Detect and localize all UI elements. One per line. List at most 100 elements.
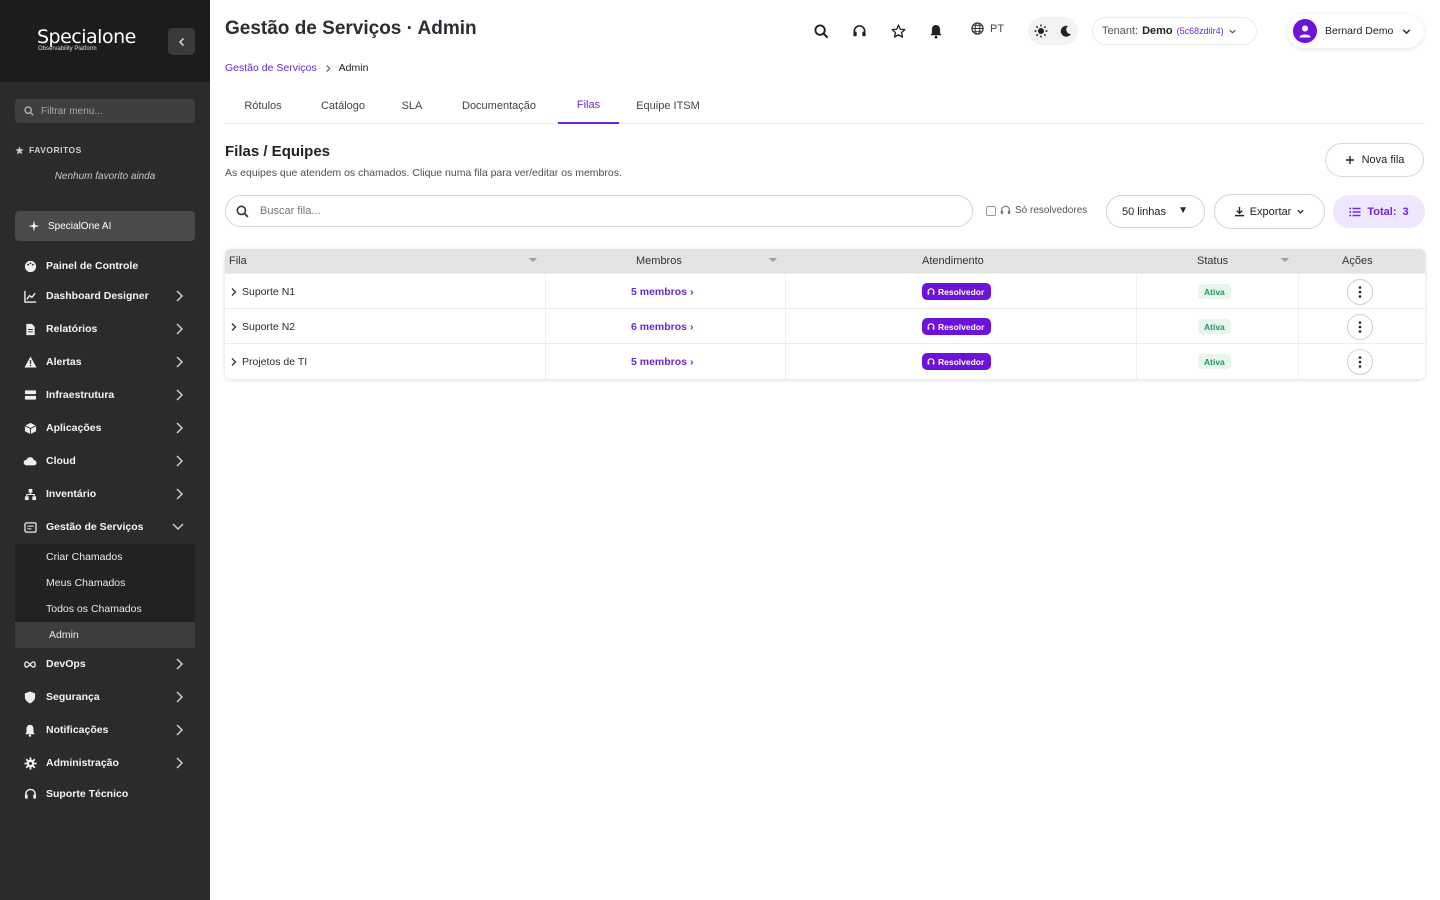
actions-cell xyxy=(1347,274,1373,309)
sort-icon[interactable] xyxy=(769,258,777,262)
expand-row-button[interactable] xyxy=(229,309,238,344)
column-divider xyxy=(785,309,786,344)
submenu-item-admin[interactable]: Admin xyxy=(15,622,195,648)
members-link[interactable]: 6 membros › xyxy=(631,309,693,344)
sidebar-item-relatorios[interactable]: Relatórios xyxy=(15,315,195,343)
expand-row-button[interactable] xyxy=(229,274,238,309)
total-badge: Total: 3 xyxy=(1333,195,1425,228)
column-header-atendimento[interactable]: Atendimento xyxy=(922,249,984,273)
cloud-icon xyxy=(23,454,37,468)
chevron-down-icon xyxy=(1229,29,1236,34)
language-selector[interactable]: PT xyxy=(971,22,1004,35)
theme-toggle[interactable] xyxy=(1028,17,1078,45)
expand-row-button[interactable] xyxy=(229,344,238,379)
tab-catalogo[interactable]: Catálogo xyxy=(308,88,378,124)
search-button[interactable] xyxy=(811,21,831,41)
tab-sla[interactable]: SLA xyxy=(391,88,433,124)
tenant-selector[interactable]: Tenant: Demo (5c68zdilr4) xyxy=(1092,17,1257,45)
table-header: Fila Membros Atendimento Status Ações xyxy=(225,249,1425,273)
queue-name[interactable]: Projetos de TI xyxy=(242,344,307,379)
sort-icon[interactable] xyxy=(1281,258,1289,262)
resolvers-checkbox[interactable] xyxy=(986,205,996,216)
row-actions-button[interactable] xyxy=(1347,278,1373,305)
collapse-sidebar-button[interactable] xyxy=(168,28,195,55)
submenu-item-todos-chamados[interactable]: Todos os Chamados xyxy=(15,596,195,622)
column-divider xyxy=(1136,344,1137,379)
column-header-membros[interactable]: Membros xyxy=(636,249,682,273)
tab-rotulos[interactable]: Rótulos xyxy=(225,88,301,124)
sidebar-item-painel[interactable]: Painel de Controle xyxy=(15,252,195,280)
chevron-right-icon xyxy=(231,357,237,366)
sidebar-item-alertas[interactable]: Alertas xyxy=(15,348,195,376)
sidebar-item-devops[interactable]: DevOps xyxy=(15,650,195,678)
headset-icon xyxy=(927,322,935,330)
table-row[interactable]: Suporte N2 6 membros › Resolvedor Ativa xyxy=(225,308,1425,344)
rows-per-page-select[interactable]: 50 linhas ▼ xyxy=(1106,195,1205,228)
tenant-label: Tenant: xyxy=(1102,25,1139,37)
row-actions-button[interactable] xyxy=(1347,313,1373,340)
caret-down-icon: ▼ xyxy=(1178,205,1188,216)
sidebar-item-aplicacoes[interactable]: Aplicações xyxy=(15,414,195,442)
resolver-badge: Resolvedor xyxy=(922,353,992,370)
filter-menu-input[interactable]: Filtrar menu... xyxy=(15,99,195,123)
queues-table: Fila Membros Atendimento Status Ações Su… xyxy=(225,249,1425,379)
row-actions-button[interactable] xyxy=(1347,348,1373,375)
sidebar-item-suporte-tecnico[interactable]: Suporte Técnico xyxy=(15,780,195,808)
breadcrumb-parent[interactable]: Gestão de Serviços xyxy=(225,62,317,74)
queue-name[interactable]: Suporte N1 xyxy=(242,274,295,309)
tab-equipe-itsm[interactable]: Equipe ITSM xyxy=(627,88,709,124)
sidebar-item-administracao[interactable]: Administração xyxy=(15,749,195,777)
sidebar-item-label: Relatórios xyxy=(46,323,98,335)
table-row[interactable]: Projetos de TI 5 membros › Resolvedor At… xyxy=(225,343,1425,379)
specialone-ai-button[interactable]: SpecialOne AI xyxy=(15,211,195,241)
queue-search[interactable] xyxy=(225,195,973,227)
sidebar-item-inventario[interactable]: Inventário xyxy=(15,480,195,508)
tab-filas[interactable]: Filas xyxy=(558,88,619,124)
file-icon xyxy=(23,322,37,336)
globe-icon xyxy=(971,22,984,35)
tab-documentacao[interactable]: Documentação xyxy=(447,88,551,124)
export-button[interactable]: Exportar xyxy=(1214,194,1325,229)
status-badge: Ativa xyxy=(1198,354,1231,369)
export-label: Exportar xyxy=(1249,205,1292,218)
sitemap-icon xyxy=(23,487,37,501)
submenu-item-criar-chamados[interactable]: Criar Chamados xyxy=(15,544,195,570)
chevron-right-icon xyxy=(176,356,184,368)
sidebar-item-seguranca[interactable]: Segurança xyxy=(15,683,195,711)
user-menu[interactable]: Bernard Demo xyxy=(1287,14,1424,48)
sort-icon[interactable] xyxy=(529,258,537,262)
search-input[interactable] xyxy=(260,205,860,217)
headset-icon xyxy=(927,287,935,295)
new-queue-button[interactable]: Nova fila xyxy=(1325,143,1424,177)
ai-label: SpecialOne AI xyxy=(48,220,112,232)
members-link[interactable]: 5 membros › xyxy=(631,344,693,379)
resolver-badge: Resolvedor xyxy=(922,283,992,300)
section-description: As equipes que atendem os chamados. Cliq… xyxy=(225,167,622,179)
table-row[interactable]: Suporte N1 5 membros › Resolvedor Ativa xyxy=(225,273,1425,309)
sidebar-item-cloud[interactable]: Cloud xyxy=(15,447,195,475)
breadcrumb: Gestão de Serviços Admin xyxy=(225,62,368,74)
logo[interactable]: Specialone Observability Platform xyxy=(37,26,136,52)
column-header-fila[interactable]: Fila xyxy=(229,249,247,273)
favorites-button[interactable] xyxy=(888,21,908,41)
sparkle-icon xyxy=(28,220,40,232)
sidebar-item-gestao-servicos[interactable]: Gestão de Serviços xyxy=(15,513,195,541)
queue-name[interactable]: Suporte N2 xyxy=(242,309,295,344)
sidebar-item-infraestrutura[interactable]: Infraestrutura xyxy=(15,381,195,409)
members-link[interactable]: 5 membros › xyxy=(631,274,693,309)
support-button[interactable] xyxy=(849,21,869,41)
submenu-item-meus-chamados[interactable]: Meus Chamados xyxy=(15,570,195,596)
sidebar-item-notificacoes[interactable]: Notificações xyxy=(15,716,195,744)
search-icon xyxy=(236,205,249,217)
notifications-button[interactable] xyxy=(926,21,946,41)
status-cell: Ativa xyxy=(1198,309,1231,344)
sidebar-item-dashboard-designer[interactable]: Dashboard Designer xyxy=(15,282,195,310)
page-title: Gestão de Serviços · Admin xyxy=(225,18,477,39)
resolvers-filter[interactable]: Só resolvedores xyxy=(986,205,1087,216)
sidebar-item-label: Administração xyxy=(46,757,119,769)
chevron-down-icon xyxy=(1297,209,1304,214)
moon-icon[interactable] xyxy=(1060,25,1072,37)
sidebar-item-label: Cloud xyxy=(46,455,76,467)
sun-icon[interactable] xyxy=(1034,24,1048,38)
column-header-status[interactable]: Status xyxy=(1197,249,1228,273)
